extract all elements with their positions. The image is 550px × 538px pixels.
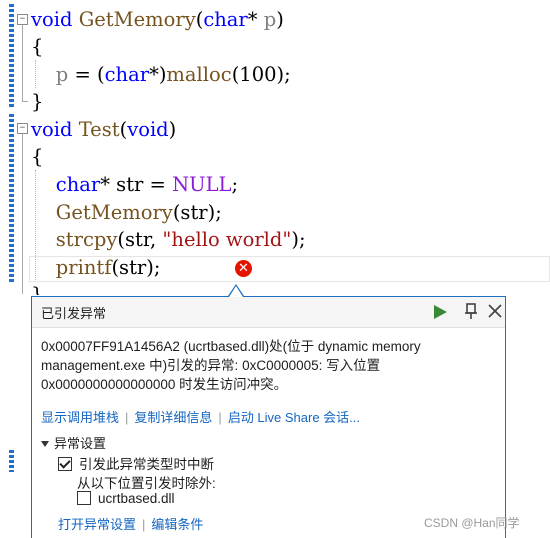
keyword: void xyxy=(31,8,73,31)
exception-popup[interactable]: 已引发异常 0x00007FF91A1456A2 (ucrtbased.dll)… xyxy=(31,296,506,538)
change-indicator xyxy=(9,4,14,108)
code-text: (100); xyxy=(231,63,291,86)
continue-icon[interactable] xyxy=(434,305,447,319)
link-separator: | xyxy=(125,410,129,425)
bottom-links: 打开异常设置 | 编辑条件 xyxy=(58,514,203,533)
keyword: void xyxy=(31,118,73,141)
punct: *) xyxy=(149,63,167,86)
exception-settings-header[interactable]: 异常设置 xyxy=(41,433,106,452)
edit-conditions-link[interactable]: 编辑条件 xyxy=(151,517,203,532)
change-indicator xyxy=(9,114,14,284)
exception-message: 0x00007FF91A1456A2 (ucrtbased.dll)处(位于 d… xyxy=(41,337,496,394)
error-icon[interactable]: ✕ xyxy=(235,260,252,277)
code-text: (str); xyxy=(111,256,161,279)
show-call-stack-link[interactable]: 显示调用堆栈 xyxy=(41,410,119,425)
code-line-11[interactable]: } xyxy=(31,281,43,295)
code-line-10[interactable]: printf(str); xyxy=(31,254,161,281)
punct: * xyxy=(247,8,258,31)
start-live-share-link[interactable]: 启动 Live Share 会话... xyxy=(228,410,360,425)
dll-exception-checkbox[interactable] xyxy=(77,491,91,505)
code-line-7[interactable]: char* str = NULL; xyxy=(31,171,238,198)
break-on-exception-row[interactable]: 引发此异常类型时中断 xyxy=(58,453,214,473)
message-line: management.exe 中)引发的异常: 0xC0000005: 写入位置 xyxy=(41,358,381,373)
code-line-8[interactable]: GetMemory(str); xyxy=(31,199,222,226)
open-exception-settings-link[interactable]: 打开异常设置 xyxy=(58,517,136,532)
message-line: 0x00007FF91A1456A2 (ucrtbased.dll)处(位于 d… xyxy=(41,339,421,354)
popup-pointer-fill xyxy=(229,286,243,297)
fold-guide xyxy=(22,134,23,294)
action-links: 显示调用堆栈 | 复制详细信息 | 启动 Live Share 会话... xyxy=(41,407,360,426)
keyword: char xyxy=(55,173,101,196)
fold-toggle-test[interactable]: − xyxy=(17,123,28,134)
punct: ) xyxy=(276,8,284,31)
popup-title: 已引发异常 xyxy=(41,306,107,321)
parameter: p xyxy=(55,63,69,86)
parameter: p xyxy=(257,8,277,31)
brace: { xyxy=(31,35,44,58)
function-name: printf xyxy=(55,256,112,279)
brace: { xyxy=(31,145,44,168)
code-text: * str = xyxy=(100,173,173,196)
macro: NULL xyxy=(172,173,232,196)
section-title: 异常设置 xyxy=(54,436,107,451)
message-line: 0x0000000000000000 时发生访问冲突。 xyxy=(41,377,288,392)
popup-header: 已引发异常 xyxy=(32,297,505,328)
close-icon[interactable] xyxy=(485,301,505,321)
code-line-4[interactable]: } xyxy=(31,88,43,115)
code-line-2[interactable]: { xyxy=(31,33,43,60)
except-label: 从以下位置引发时除外: xyxy=(77,476,216,491)
pin-icon[interactable] xyxy=(461,301,481,321)
code-text: (str, xyxy=(117,228,163,251)
keyword: void xyxy=(127,118,169,141)
check-icon xyxy=(59,457,71,469)
fold-toggle-getmemory[interactable]: − xyxy=(17,14,28,25)
fold-guide-end xyxy=(22,101,28,102)
code-line-1[interactable]: void GetMemory(char* p) xyxy=(31,6,284,33)
punct: ) xyxy=(168,118,177,141)
dll-exception-row[interactable]: ucrtbased.dll xyxy=(77,491,175,506)
link-separator: | xyxy=(142,517,146,532)
break-on-exception-checkbox[interactable] xyxy=(58,457,72,471)
copy-details-link[interactable]: 复制详细信息 xyxy=(134,410,212,425)
code-line-5[interactable]: void Test(void) xyxy=(31,116,176,143)
brace: } xyxy=(31,90,44,113)
fold-guide xyxy=(22,25,23,101)
keyword: char xyxy=(104,63,150,86)
change-indicator xyxy=(9,450,14,472)
function-name: GetMemory xyxy=(55,201,173,224)
checkbox-label: ucrtbased.dll xyxy=(98,491,175,506)
function-name: Test xyxy=(78,118,120,141)
collapse-triangle-icon xyxy=(41,441,49,447)
code-line-9[interactable]: strcpy(str, "hello world"); xyxy=(31,226,306,253)
brace: } xyxy=(31,283,44,295)
punct: ; xyxy=(231,173,239,196)
function-name: GetMemory xyxy=(78,8,196,31)
function-name: malloc xyxy=(166,63,232,86)
link-separator: | xyxy=(218,410,222,425)
function-name: strcpy xyxy=(55,228,118,251)
string-literal: "hello world" xyxy=(162,228,292,251)
keyword: char xyxy=(203,8,248,31)
code-line-6[interactable]: { xyxy=(31,143,43,170)
punct: = ( xyxy=(68,63,105,86)
code-line-3[interactable]: p = (char*)malloc(100); xyxy=(31,61,291,88)
watermark: CSDN @Han同学 xyxy=(424,516,520,530)
checkbox-label: 引发此异常类型时中断 xyxy=(79,457,214,472)
punct: ); xyxy=(291,228,306,251)
code-text: (str); xyxy=(172,201,222,224)
